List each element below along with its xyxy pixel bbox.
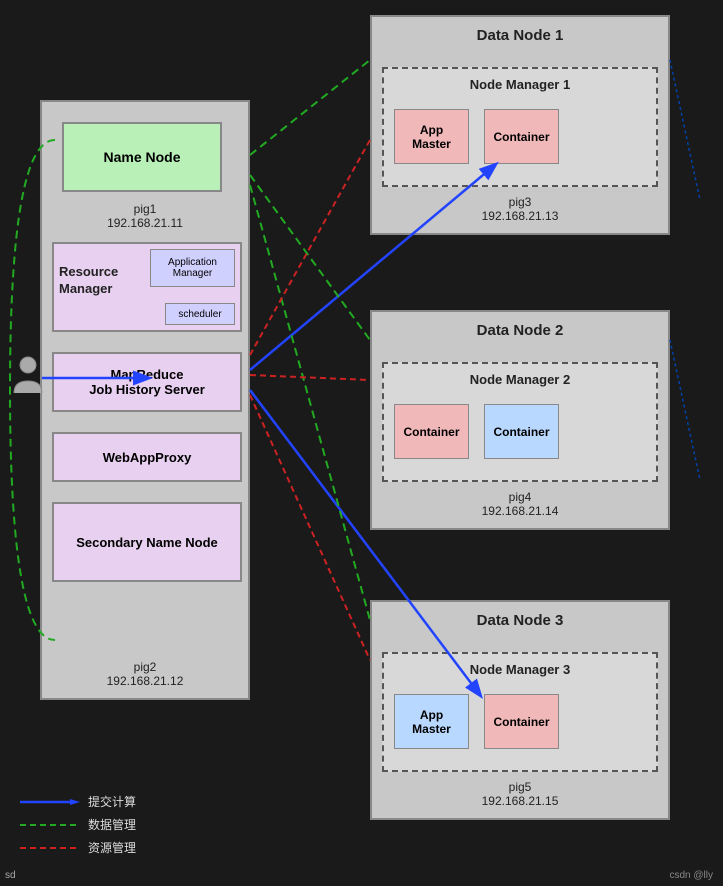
secondary-nn-box: Secondary Name Node: [52, 502, 242, 582]
legend-submit: 提交计算: [20, 793, 136, 810]
pig2-label: pig2 192.168.21.12: [42, 660, 248, 688]
secondary-nn-label: Secondary Name Node: [76, 535, 218, 550]
legend-resource-label: 资源管理: [88, 839, 136, 856]
scheduler-label: scheduler: [178, 309, 221, 320]
mapreduce-box: MapReduceJob History Server: [52, 352, 242, 412]
nm2-container2: Container: [484, 404, 559, 459]
dn2-title: Data Node 2: [372, 322, 668, 339]
nm3-title: Node Manager 3: [384, 662, 656, 677]
legend-data: 数据管理: [20, 816, 136, 833]
dn3-outer: Data Node 3 Node Manager 3 AppMaster Con…: [370, 600, 670, 820]
name-node-box: Name Node: [62, 122, 222, 192]
diagram-area: Name Node pig1 192.168.21.11 ResourceMan…: [0, 0, 723, 886]
nm2-title: Node Manager 2: [384, 372, 656, 387]
dn3-title: Data Node 3: [372, 612, 668, 629]
nm1-box: Node Manager 1 AppMaster Container: [382, 67, 658, 187]
nm2-container1: Container: [394, 404, 469, 459]
pig3-label: pig3 192.168.21.13: [372, 195, 668, 223]
webapp-box: WebAppProxy: [52, 432, 242, 482]
dn1-title: Data Node 1: [372, 27, 668, 44]
rm-label: ResourceManager: [59, 264, 118, 298]
legend-resource: 资源管理: [20, 839, 136, 856]
scheduler-box: scheduler: [165, 303, 235, 325]
mapreduce-label: MapReduceJob History Server: [89, 367, 205, 397]
legend: 提交计算 数据管理 资源管理: [20, 793, 136, 856]
webapp-label: WebAppProxy: [103, 450, 192, 465]
dn2-outer: Data Node 2 Node Manager 2 Container Con…: [370, 310, 670, 530]
watermark: csdn @lly: [670, 870, 714, 881]
name-node-label: Name Node: [103, 149, 180, 165]
nm2-box: Node Manager 2 Container Container: [382, 362, 658, 482]
pig1-label: pig1 192.168.21.11: [42, 202, 248, 230]
legend-data-label: 数据管理: [88, 816, 136, 833]
nm1-app-master: AppMaster: [394, 109, 469, 164]
nm3-container: Container: [484, 694, 559, 749]
nm3-app-master: AppMaster: [394, 694, 469, 749]
app-manager-box: ApplicationManager: [150, 249, 235, 287]
nm3-box: Node Manager 3 AppMaster Container: [382, 652, 658, 772]
legend-submit-label: 提交计算: [88, 793, 136, 810]
nm1-container: Container: [484, 109, 559, 164]
pig5-label: pig5 192.168.21.15: [372, 780, 668, 808]
nm1-title: Node Manager 1: [384, 77, 656, 92]
master-box: Name Node pig1 192.168.21.11 ResourceMan…: [40, 100, 250, 700]
dn1-outer: Data Node 1 Node Manager 1 AppMaster Con…: [370, 15, 670, 235]
app-manager-label: ApplicationManager: [168, 257, 217, 279]
pig4-label: pig4 192.168.21.14: [372, 490, 668, 518]
corner-label: sd: [5, 870, 16, 881]
person-icon: [10, 355, 46, 403]
resource-manager-area: ResourceManager ApplicationManager sched…: [52, 242, 242, 332]
